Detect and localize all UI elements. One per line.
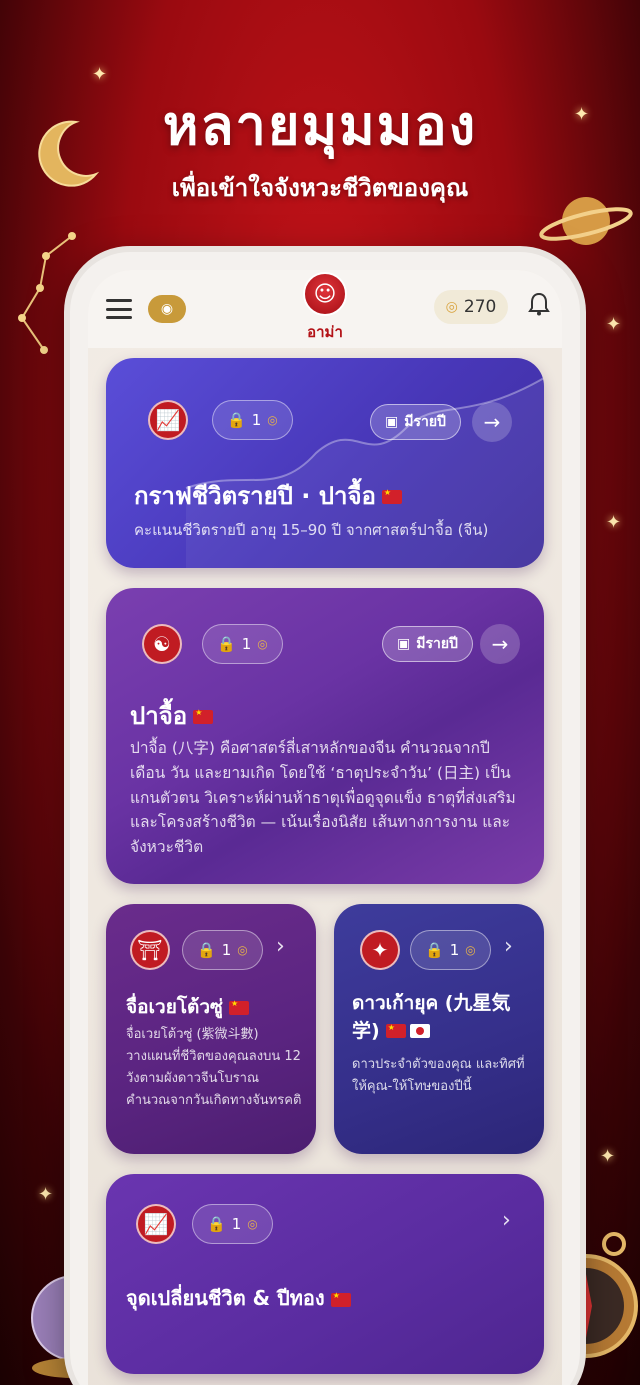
card-title: จื่อเวยโต้วซู่ [126, 996, 223, 1018]
star-icon: ✦ [360, 930, 400, 970]
cost-badge: 🔒 1 ◎ [410, 930, 491, 970]
coin-icon: ◎ [237, 943, 248, 957]
bell-icon[interactable] [528, 292, 550, 322]
yearly-tag-label: มีรายปี [416, 636, 458, 652]
app-header: ◉ ☺ อาม่า ◎ 270 [88, 270, 562, 348]
card-title: ปาจื้อ [130, 702, 188, 730]
lock-icon: 🔒 [425, 941, 444, 959]
china-flag-icon [193, 708, 214, 724]
coin-icon: ◎ [257, 637, 268, 651]
coin-balance[interactable]: ◎ 270 [434, 290, 508, 324]
coin-icon: ◎ [247, 1217, 258, 1231]
phone-side-button [580, 596, 586, 716]
yin-yang-icon: ☯ [142, 624, 182, 664]
chart-icon: 📈 [136, 1204, 176, 1244]
lock-icon: 🔒 [227, 411, 246, 429]
card-title: กราฟชีวิตรายปี · ปาจื้อ [134, 482, 376, 510]
card-turning-points[interactable]: 📈 🔒 1 ◎ › จุดเปลี่ยนชีวิต & ปีทอง [106, 1174, 544, 1374]
chevron-right-icon[interactable]: › [502, 1208, 511, 1233]
chart-icon: 📈 [148, 400, 188, 440]
app-screen: ◉ ☺ อาม่า ◎ 270 📈 🔒 1 ◎ ▣ มีรายปี → กราฟ… [88, 270, 562, 1385]
calendar-icon: ▣ [397, 636, 411, 652]
sparkle-icon: ✦ [606, 512, 622, 533]
lock-icon: 🔒 [197, 941, 216, 959]
subheadline: เพื่อเข้าใจจังหวะชีวิตของคุณ [171, 174, 469, 202]
cost-value: 1 [241, 635, 252, 653]
calendar-icon: ▣ [385, 414, 399, 430]
arrow-right-icon[interactable]: → [480, 624, 520, 664]
card-life-graph[interactable]: 📈 🔒 1 ◎ ▣ มีรายปี → กราฟชีวิตรายปี · ปาจ… [106, 358, 544, 568]
card-bazi[interactable]: ☯ 🔒 1 ◎ ▣ มีรายปี → ปาจื้อ ปาจื้อ (八字) ค… [106, 588, 544, 884]
lock-icon: 🔒 [207, 1215, 226, 1233]
cost-value: 1 [231, 1215, 242, 1233]
china-flag-icon [330, 1291, 351, 1307]
card-list: 📈 🔒 1 ◎ ▣ มีรายปี → กราฟชีวิตรายปี · ปาจ… [88, 358, 562, 1385]
sparkle-icon: ✦ [600, 1146, 616, 1167]
menu-icon[interactable] [106, 299, 132, 319]
card-title: ดาวเก้ายุค (九星気学) [352, 992, 511, 1042]
china-flag-icon [385, 1022, 406, 1039]
sparkle-icon: ✦ [606, 314, 622, 335]
card-title: จุดเปลี่ยนชีวิต & ปีทอง [126, 1286, 325, 1310]
china-flag-icon [228, 999, 249, 1015]
yearly-tag[interactable]: ▣ มีรายปี [370, 404, 461, 440]
cost-badge: 🔒 1 ◎ [182, 930, 263, 970]
app-logo-label: อาม่า [307, 323, 343, 341]
card-description: จื่อเวยโต้วซู่ (紫微斗數) วางแผนที่ชีวิตของค… [126, 1027, 302, 1109]
sparkle-icon: ✦ [38, 1184, 54, 1205]
card-description: ปาจื้อ (八字) คือศาสตร์สี่เสาหลักของจีน คำ… [130, 739, 516, 857]
yearly-tag-label: มีรายปี [404, 414, 446, 430]
yearly-tag[interactable]: ▣ มีรายปี [382, 626, 473, 662]
chevron-right-icon[interactable]: › [276, 934, 285, 959]
ama-avatar-icon: ☺ [303, 272, 347, 316]
arrow-right-icon[interactable]: → [472, 402, 512, 442]
card-description: คะแนนชีวิตรายปี อายุ 15–90 ปี จากศาสตร์ป… [134, 521, 489, 539]
coin-icon: ◎ [267, 413, 278, 427]
card-ziwei[interactable]: ⛩ 🔒 1 ◎ › จื่อเวยโต้วซู่ จื่อเวยโต้วซู่ … [106, 904, 316, 1154]
cost-badge: 🔒 1 ◎ [212, 400, 293, 440]
cost-value: 1 [449, 941, 460, 959]
chevron-right-icon[interactable]: › [504, 934, 513, 959]
card-description: ดาวประจำตัวของคุณ และทิศที่ให้คุณ-ให้โทษ… [352, 1057, 525, 1095]
temple-icon: ⛩ [130, 930, 170, 970]
cost-value: 1 [221, 941, 232, 959]
headline: หลายมุมมอง [162, 94, 478, 157]
medal-icon[interactable]: ◉ [148, 295, 186, 323]
coin-count: 270 [463, 297, 497, 317]
card-nine-star[interactable]: ✦ 🔒 1 ◎ › ดาวเก้ายุค (九星気学) ดาวประจำตัวข… [334, 904, 544, 1154]
lock-icon: 🔒 [217, 635, 236, 653]
coin-icon: ◎ [445, 299, 458, 315]
cost-badge: 🔒 1 ◎ [192, 1204, 273, 1244]
phone-frame: ◉ ☺ อาม่า ◎ 270 📈 🔒 1 ◎ ▣ มีรายปี → กราฟ… [70, 252, 580, 1385]
china-flag-icon [381, 488, 402, 504]
app-logo[interactable]: ☺ อาม่า [303, 272, 347, 344]
japan-flag-icon [409, 1024, 430, 1039]
cost-badge: 🔒 1 ◎ [202, 624, 283, 664]
coin-icon: ◎ [465, 943, 476, 957]
cost-value: 1 [251, 411, 262, 429]
